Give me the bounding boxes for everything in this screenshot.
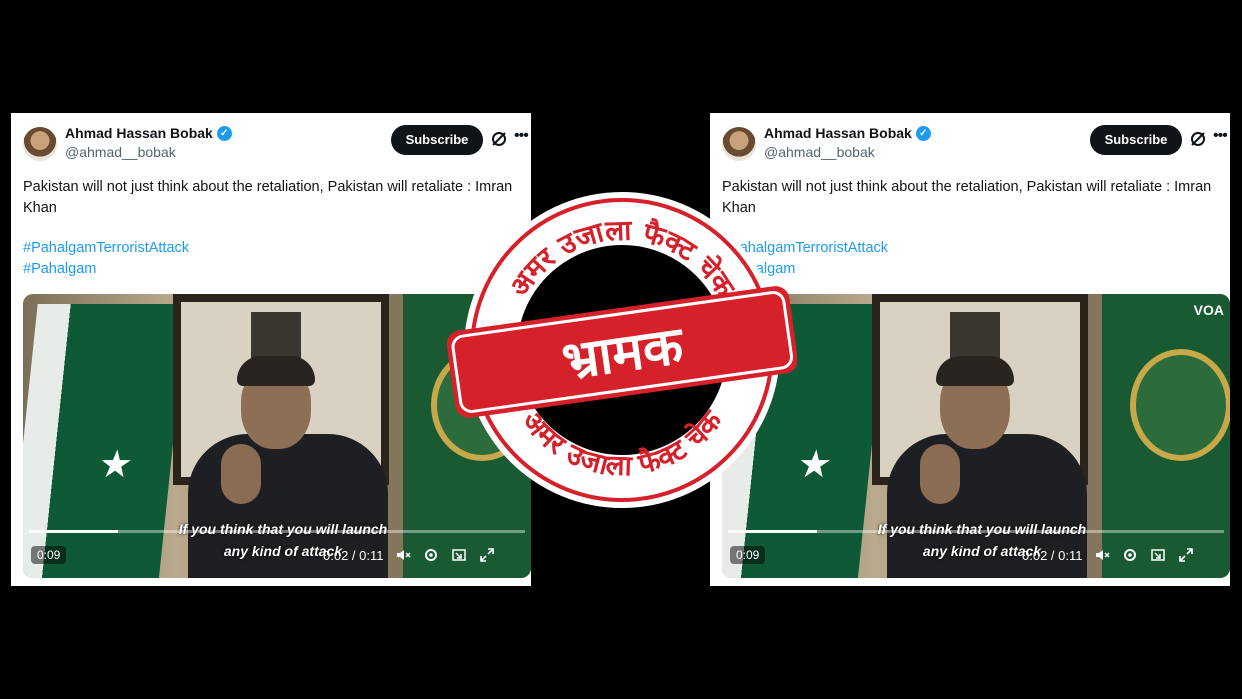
speaker-hand [221, 444, 261, 504]
subscribe-button[interactable]: Subscribe [391, 125, 483, 155]
avatar[interactable] [722, 127, 756, 161]
elapsed-pill: 0:09 [31, 546, 67, 564]
speaker-hand [920, 444, 960, 504]
speaker-hair [237, 356, 315, 386]
video-controls: 0:02 / 0:11 [1022, 547, 1194, 563]
fullscreen-icon[interactable] [1178, 547, 1194, 563]
grok-icon[interactable] [1189, 130, 1207, 148]
video-player[interactable]: ★ VOA If you think that you will launch … [722, 294, 1230, 578]
time-display: 0:02 / 0:11 [1022, 547, 1083, 563]
author-name-text[interactable]: Ahmad Hassan Bobak [764, 125, 912, 141]
author-name[interactable]: Ahmad Hassan Bobak ✓ [764, 125, 931, 141]
verified-badge-icon: ✓ [216, 125, 232, 141]
verified-badge-icon: ✓ [915, 125, 931, 141]
mute-icon[interactable] [395, 547, 412, 563]
subscribe-button[interactable]: Subscribe [1090, 125, 1182, 155]
video-progress-bar[interactable] [728, 530, 1224, 533]
flag-image [1102, 294, 1230, 578]
grok-icon[interactable] [490, 130, 508, 148]
video-controls: 0:02 / 0:11 [323, 547, 495, 563]
more-icon[interactable]: ••• [1213, 127, 1228, 145]
settings-icon[interactable] [423, 547, 439, 563]
author-handle[interactable]: @ahmad__bobak [764, 144, 875, 160]
pip-icon[interactable] [1150, 547, 1166, 563]
pip-icon[interactable] [451, 547, 467, 563]
video-progress-bar[interactable] [29, 530, 525, 533]
more-icon[interactable]: ••• [514, 127, 529, 145]
settings-icon[interactable] [1122, 547, 1138, 563]
hashtag-link[interactable]: #Pahalgam [23, 261, 96, 277]
fact-check-stamp: अमर उजाला फैक्ट चेक अमर उजाला फैक्ट चेक … [447, 192, 797, 508]
watermark: VOA [1193, 302, 1224, 318]
tweet-text: Pakistan will not just think about the r… [722, 179, 1212, 216]
avatar[interactable] [23, 127, 57, 161]
author-name-text[interactable]: Ahmad Hassan Bobak [65, 125, 213, 141]
speaker-hair [936, 356, 1014, 386]
mute-icon[interactable] [1094, 547, 1111, 563]
video-progress-fill [29, 530, 119, 533]
author-handle[interactable]: @ahmad__bobak [65, 144, 176, 160]
flag-image: ★ [23, 304, 188, 578]
hashtag-link[interactable]: #PahalgamTerroristAttack [23, 240, 189, 256]
fullscreen-icon[interactable] [479, 547, 495, 563]
video-progress-fill [728, 530, 818, 533]
time-display: 0:02 / 0:11 [323, 547, 384, 563]
elapsed-pill: 0:09 [730, 546, 766, 564]
author-name[interactable]: Ahmad Hassan Bobak ✓ [65, 125, 232, 141]
